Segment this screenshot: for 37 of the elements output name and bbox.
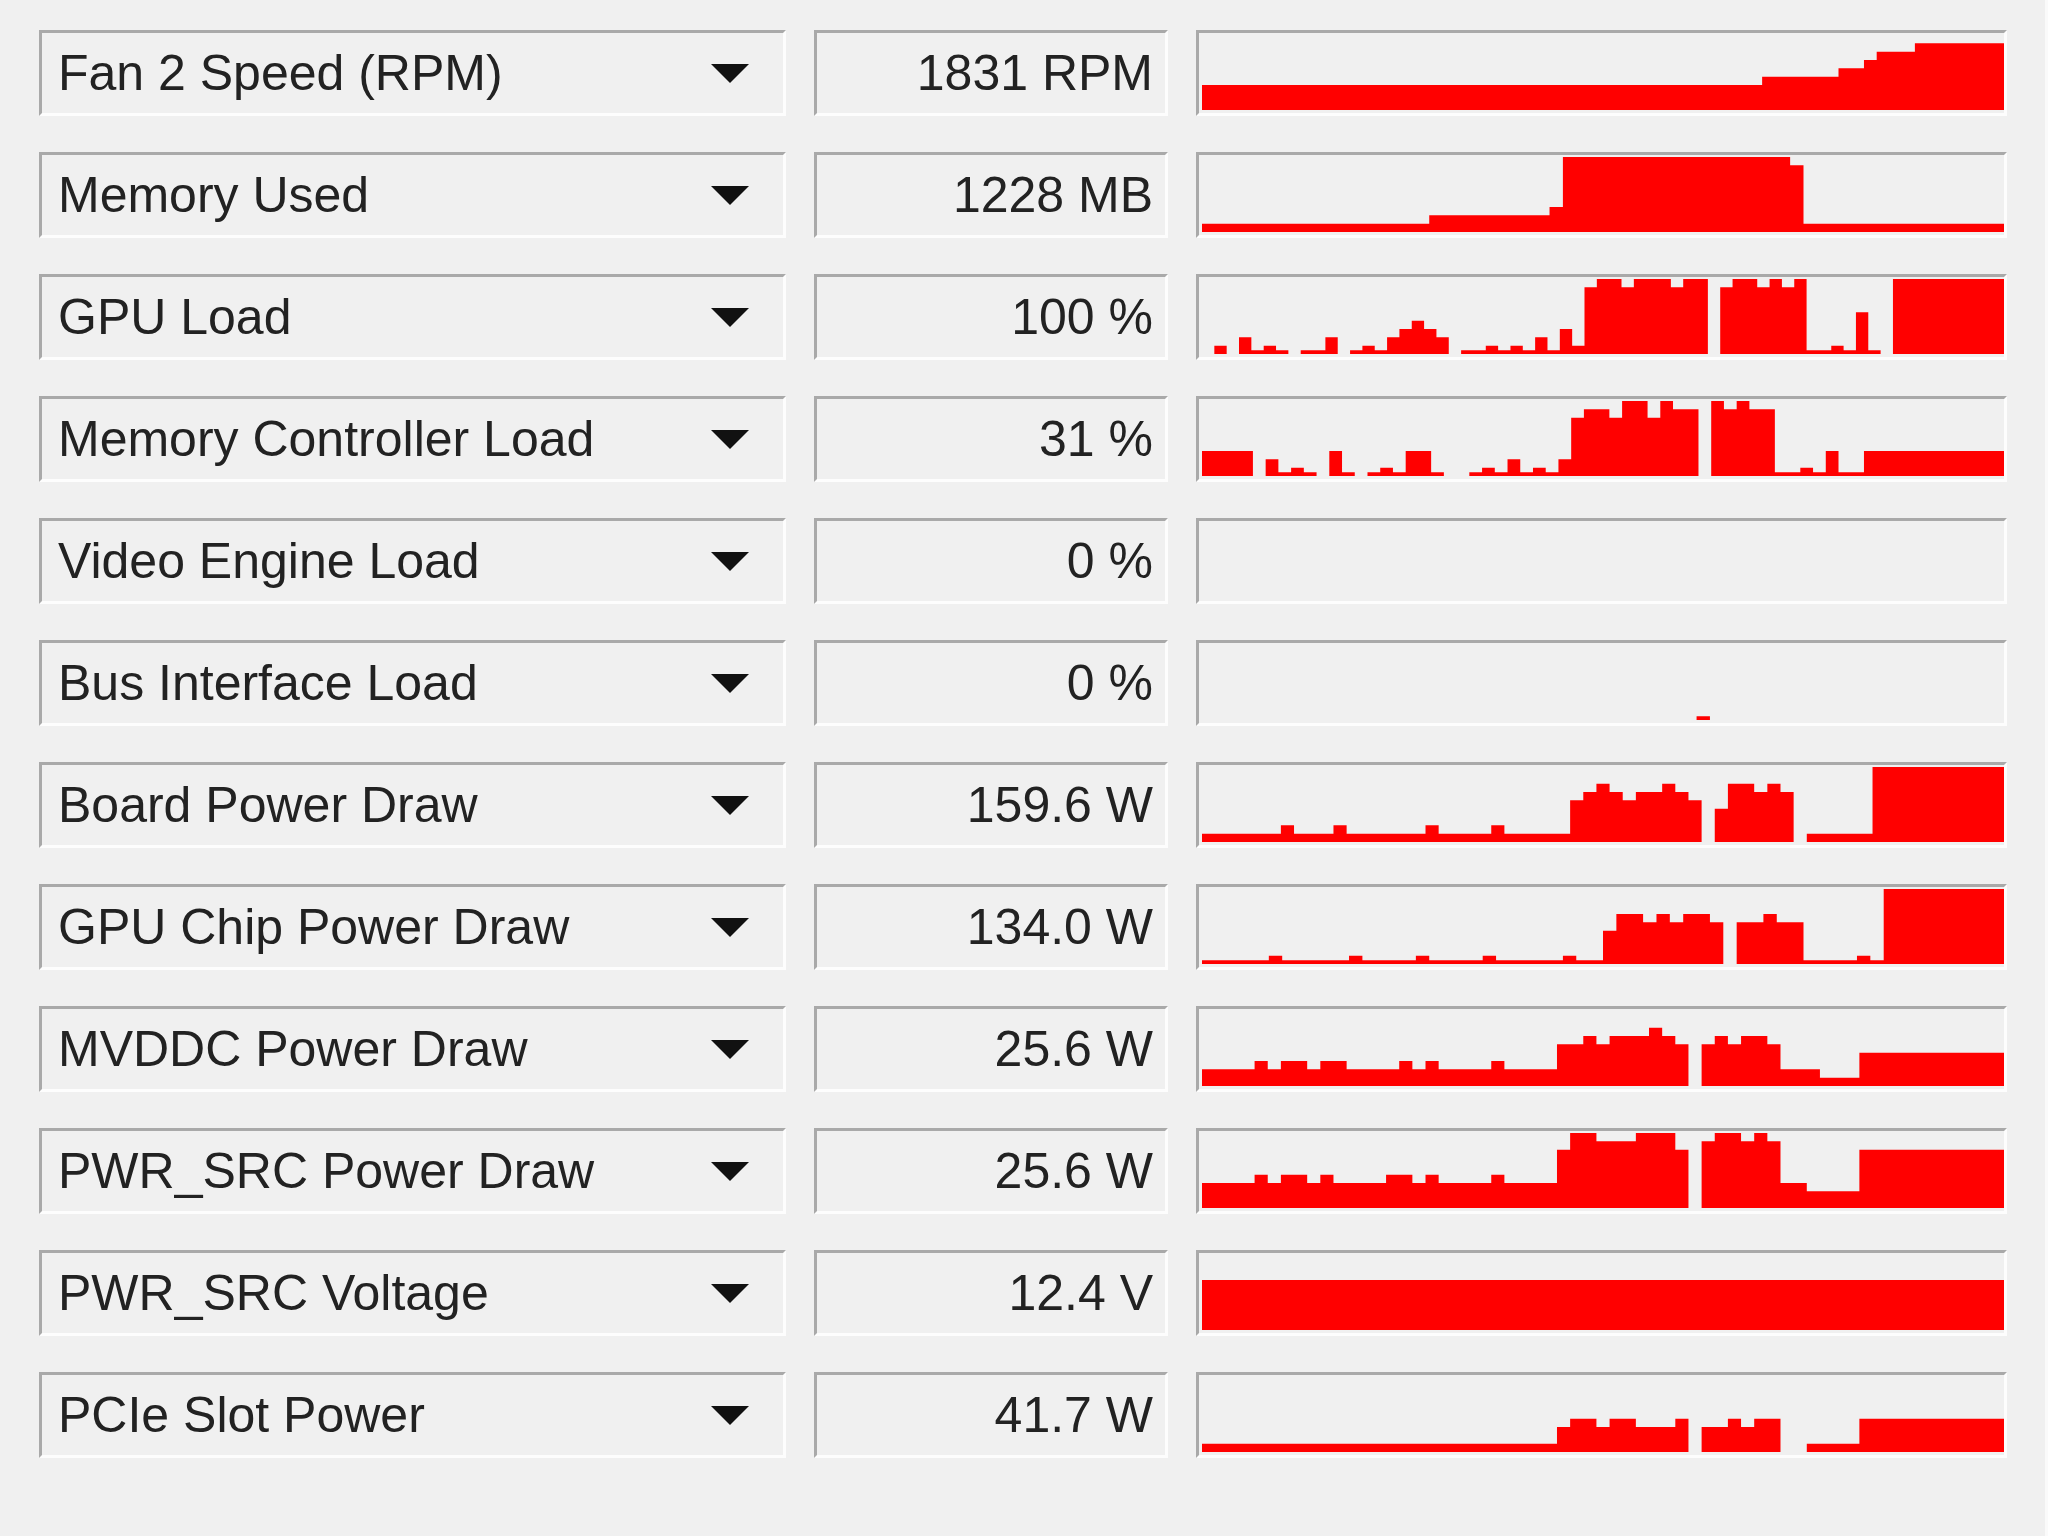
caret-down-icon bbox=[711, 1039, 749, 1059]
sensor-dropdown[interactable]: Memory Controller Load bbox=[39, 396, 786, 482]
value-field: 25.6 W bbox=[814, 1128, 1168, 1214]
sensor-dropdown[interactable]: PCIe Slot Power bbox=[39, 1372, 786, 1458]
sensor-dropdown[interactable]: PWR_SRC Power Draw bbox=[39, 1128, 786, 1214]
sensor-dropdown[interactable]: Video Engine Load bbox=[39, 518, 786, 604]
sensor-dropdown[interactable]: Fan 2 Speed (RPM) bbox=[39, 30, 786, 116]
value-field: 1228 MB bbox=[814, 152, 1168, 238]
sensor-dropdown[interactable]: Memory Used bbox=[39, 152, 786, 238]
caret-down-icon bbox=[711, 673, 749, 693]
sensor-dropdown[interactable]: Board Power Draw bbox=[39, 762, 786, 848]
sensor-dropdown[interactable]: MVDDC Power Draw bbox=[39, 1006, 786, 1092]
value-field: 25.6 W bbox=[814, 1006, 1168, 1092]
value-field: 159.6 W bbox=[814, 762, 1168, 848]
sensor-dropdown[interactable]: GPU Chip Power Draw bbox=[39, 884, 786, 970]
value-field: 0 % bbox=[814, 518, 1168, 604]
value-field: 134.0 W bbox=[814, 884, 1168, 970]
sensor-dropdown[interactable]: PWR_SRC Voltage bbox=[39, 1250, 786, 1336]
sensor-dropdown[interactable]: GPU Load bbox=[39, 274, 786, 360]
value-field: 12.4 V bbox=[814, 1250, 1168, 1336]
graph-area bbox=[1696, 716, 1710, 720]
caret-down-icon bbox=[711, 1161, 749, 1181]
value-field: 100 % bbox=[814, 274, 1168, 360]
caret-down-icon bbox=[711, 551, 749, 571]
caret-down-icon bbox=[711, 1405, 749, 1425]
sensor-dropdown[interactable]: Bus Interface Load bbox=[39, 640, 786, 726]
caret-down-icon bbox=[711, 63, 749, 83]
caret-down-icon bbox=[711, 917, 749, 937]
value-field: 0 % bbox=[814, 640, 1168, 726]
caret-down-icon bbox=[711, 429, 749, 449]
caret-down-icon bbox=[711, 795, 749, 815]
caret-down-icon bbox=[711, 307, 749, 327]
value-field: 41.7 W bbox=[814, 1372, 1168, 1458]
caret-down-icon bbox=[711, 185, 749, 205]
caret-down-icon bbox=[711, 1283, 749, 1303]
value-field: 1831 RPM bbox=[814, 30, 1168, 116]
value-field: 31 % bbox=[814, 396, 1168, 482]
